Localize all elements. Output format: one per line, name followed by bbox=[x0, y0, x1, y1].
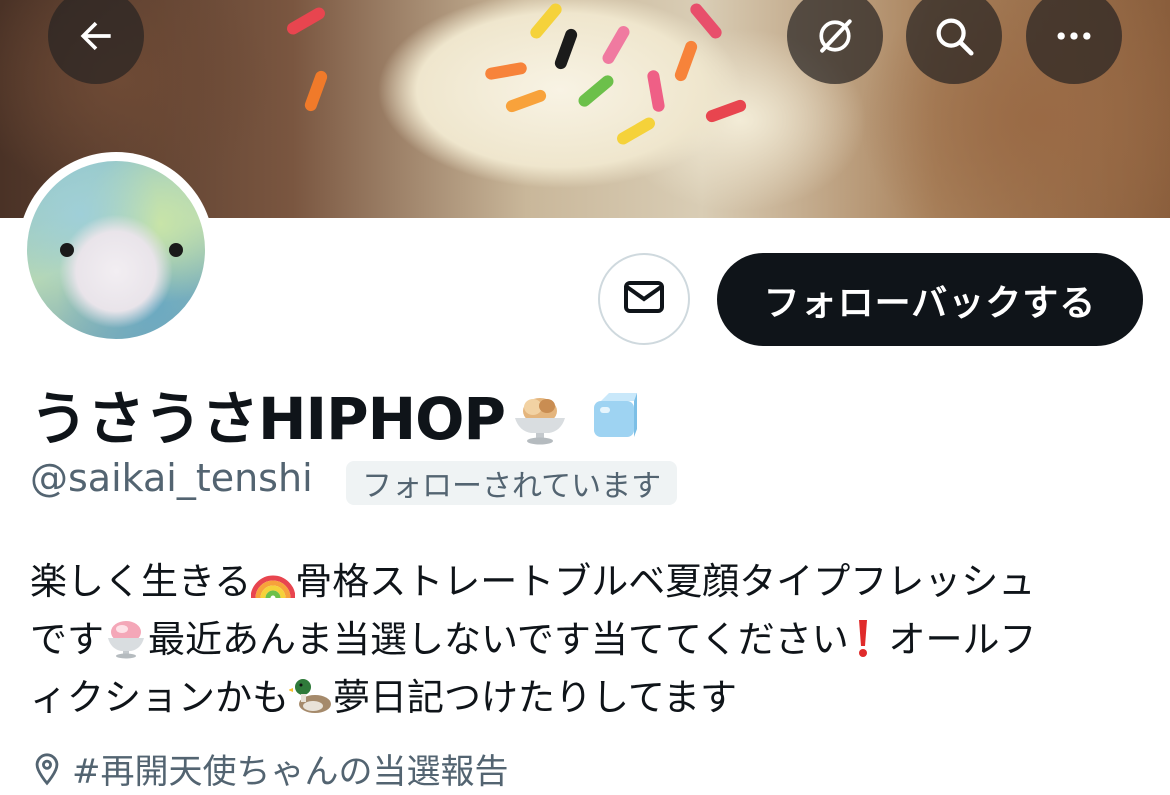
shaved-ice-emoji bbox=[104, 616, 148, 660]
bio-text: です bbox=[30, 618, 104, 661]
follow-back-button[interactable]: フォローバックする bbox=[717, 253, 1143, 346]
bio-text: オールフ bbox=[876, 618, 1037, 661]
bio-text: ィクションかも bbox=[30, 676, 289, 719]
bio-text: 最近あんま当選しないです当ててください bbox=[148, 618, 849, 661]
display-name-text: うさうさHIPHOP bbox=[30, 385, 506, 453]
avatar-eye-left bbox=[60, 243, 74, 257]
display-name: うさうさHIPHOP bbox=[30, 372, 643, 461]
location-text: #再開天使ちゃんの当選報告 bbox=[72, 752, 509, 792]
avatar-eye-right bbox=[169, 243, 183, 257]
bio: 楽しく生きる 骨格ストレートブルベ夏顔タイプフレッシュ です 最近あんま当選しな… bbox=[30, 553, 1140, 727]
ice-cube-emoji bbox=[589, 389, 643, 457]
search-icon bbox=[931, 13, 977, 59]
bio-text: 夢日記つけたりしてます bbox=[333, 676, 738, 719]
ice-cream-emoji bbox=[509, 385, 571, 461]
location-icon bbox=[30, 752, 64, 795]
avatar[interactable] bbox=[27, 161, 205, 339]
mail-icon bbox=[620, 273, 668, 325]
duck-emoji bbox=[288, 674, 333, 718]
more-icon bbox=[1052, 14, 1096, 58]
arrow-left-icon bbox=[74, 14, 118, 58]
exclamation-emoji bbox=[849, 616, 877, 660]
rainbow-emoji bbox=[250, 558, 296, 602]
handle: @saikai_tenshi bbox=[30, 456, 313, 500]
bio-text: 骨格ストレートブルベ夏顔タイプフレッシュ bbox=[295, 560, 1036, 603]
profile-location: #再開天使ちゃんの当選報告 bbox=[30, 744, 509, 795]
avatar-ring bbox=[18, 152, 214, 348]
bio-text: 楽しく生きる bbox=[30, 560, 252, 603]
grok-icon bbox=[813, 14, 857, 58]
message-button[interactable] bbox=[598, 253, 690, 345]
follows-you-badge: フォローされています bbox=[346, 461, 678, 505]
